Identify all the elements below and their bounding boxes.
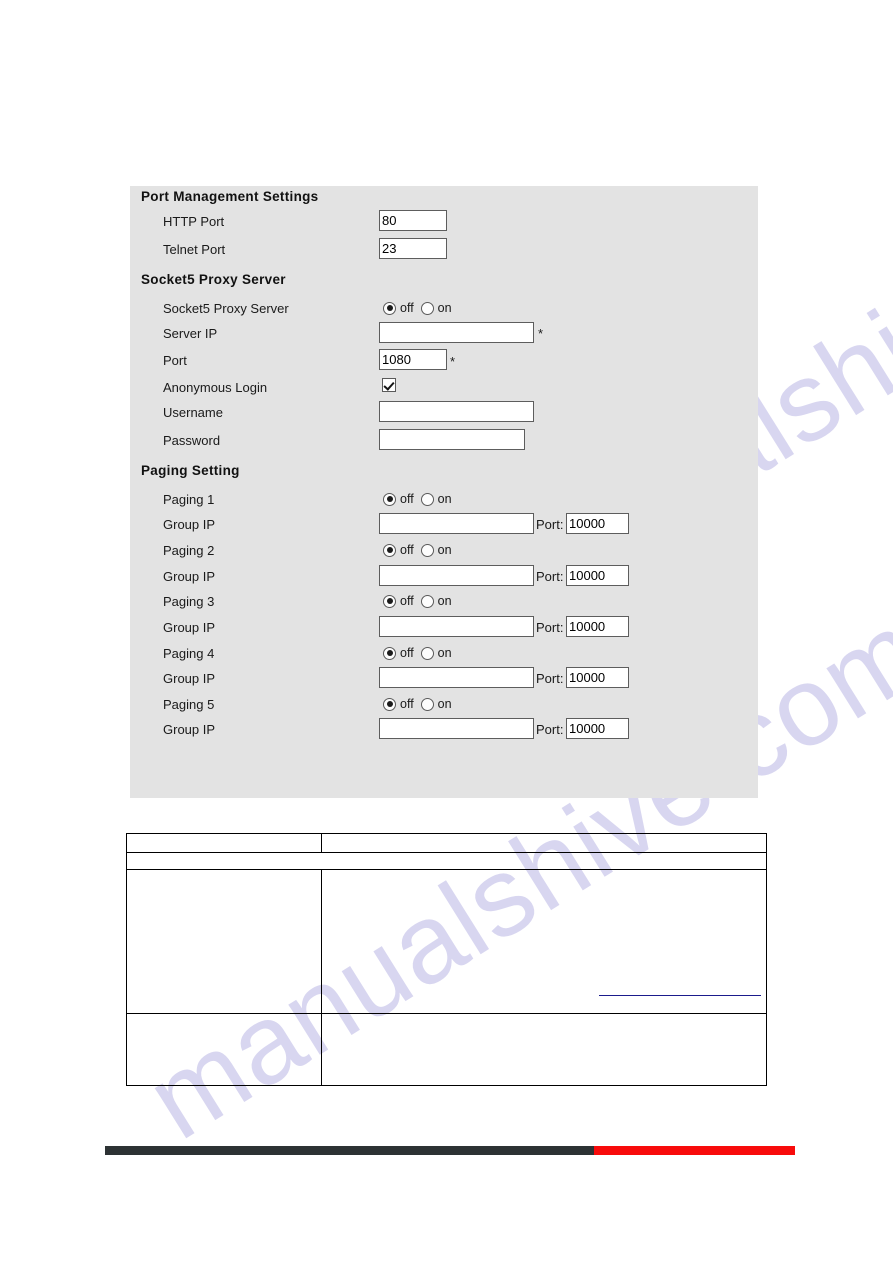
label-username: Username — [163, 405, 223, 420]
paging-2-toggle-group[interactable]: off on — [383, 542, 452, 558]
paging-1-on-label: on — [437, 491, 452, 506]
paging-5-port-label: Port: — [536, 722, 564, 737]
paging-3-toggle-group[interactable]: off on — [383, 593, 452, 609]
server-ip-required-marker: * — [538, 326, 544, 341]
label-server-ip: Server IP — [163, 326, 218, 341]
username-input[interactable] — [379, 401, 534, 422]
table-row — [126, 833, 767, 853]
proxy-port-required-marker: * — [450, 354, 456, 369]
label-paging-1-group-ip: Group IP — [163, 517, 216, 532]
paging-4-radio-on[interactable] — [420, 646, 434, 660]
table-cell-merged-heading — [126, 852, 767, 870]
footer-bar-red-segment — [594, 1146, 795, 1155]
socket5-proxy-radio-on[interactable] — [420, 301, 434, 315]
paging-2-port-label: Port: — [536, 569, 564, 584]
port-management-settings-panel: Port Management Settings HTTP Port 80 Te… — [130, 186, 758, 798]
table-row — [126, 869, 767, 1014]
label-paging-5: Paging 5 — [163, 697, 215, 712]
table-cell-parameter — [126, 1013, 322, 1086]
section-title-port-management: Port Management Settings — [141, 189, 319, 204]
table-cell-parameter — [126, 833, 322, 853]
label-paging-3: Paging 3 — [163, 594, 215, 609]
table-cell-description — [321, 833, 767, 853]
server-ip-input[interactable] — [379, 322, 534, 343]
paging-4-group-ip-input[interactable] — [379, 667, 534, 688]
label-paging-2-group-ip: Group IP — [163, 569, 216, 584]
label-paging-3-group-ip: Group IP — [163, 620, 216, 635]
label-socket5-proxy-server: Socket5 Proxy Server — [163, 301, 289, 316]
section-title-paging: Paging Setting — [141, 463, 240, 478]
label-paging-1: Paging 1 — [163, 492, 215, 507]
paging-3-port-label: Port: — [536, 620, 564, 635]
table-row — [126, 852, 767, 870]
label-anonymous-login: Anonymous Login — [163, 380, 268, 395]
paging-1-group-ip-input[interactable] — [379, 513, 534, 534]
password-input[interactable] — [379, 429, 525, 450]
paging-5-port-input[interactable]: 10000 — [566, 718, 629, 739]
socket5-proxy-toggle-group[interactable]: off on — [383, 300, 452, 316]
paging-1-port-label: Port: — [536, 517, 564, 532]
parameter-description-table — [126, 833, 767, 1086]
paging-5-toggle-group[interactable]: off on — [383, 696, 452, 712]
label-password: Password — [163, 433, 221, 448]
paging-3-radio-on[interactable] — [420, 594, 434, 608]
section-title-socket5-proxy: Socket5 Proxy Server — [141, 272, 286, 287]
http-port-input[interactable]: 80 — [379, 210, 447, 231]
proxy-port-input[interactable]: 1080 — [379, 349, 447, 370]
paging-5-group-ip-input[interactable] — [379, 718, 534, 739]
paging-4-toggle-group[interactable]: off on — [383, 645, 452, 661]
paging-1-off-label: off — [400, 491, 414, 506]
table-cell-parameter — [126, 869, 322, 1014]
paging-2-group-ip-input[interactable] — [379, 565, 534, 586]
paging-1-radio-off[interactable] — [383, 492, 396, 506]
paging-5-radio-off[interactable] — [383, 697, 396, 711]
label-paging-2: Paging 2 — [163, 543, 215, 558]
paging-4-port-input[interactable]: 10000 — [566, 667, 629, 688]
paging-4-on-label: on — [437, 645, 452, 660]
paging-3-off-label: off — [400, 593, 414, 608]
telnet-port-input[interactable]: 23 — [379, 238, 447, 259]
label-paging-5-group-ip: Group IP — [163, 722, 216, 737]
paging-5-on-label: on — [437, 696, 452, 711]
socket5-proxy-on-label: on — [437, 300, 452, 315]
paging-4-radio-off[interactable] — [383, 646, 396, 660]
paging-2-port-input[interactable]: 10000 — [566, 565, 629, 586]
paging-1-radio-on[interactable] — [420, 492, 434, 506]
paging-2-off-label: off — [400, 542, 414, 557]
label-proxy-port: Port — [163, 353, 187, 368]
paging-3-radio-off[interactable] — [383, 594, 396, 608]
paging-1-toggle-group[interactable]: off on — [383, 491, 452, 507]
anonymous-login-checkbox[interactable] — [382, 378, 396, 392]
label-telnet-port: Telnet Port — [163, 242, 226, 257]
paging-5-radio-on[interactable] — [420, 697, 434, 711]
table-row — [126, 1013, 767, 1086]
paging-2-radio-off[interactable] — [383, 543, 396, 557]
table-cell-description — [321, 869, 767, 1014]
footer-bar-dark-segment — [105, 1146, 594, 1155]
page-footer-bar — [105, 1146, 795, 1155]
label-paging-4: Paging 4 — [163, 646, 215, 661]
paging-4-port-label: Port: — [536, 671, 564, 686]
paging-3-port-input[interactable]: 10000 — [566, 616, 629, 637]
paging-1-port-input[interactable]: 10000 — [566, 513, 629, 534]
label-http-port: HTTP Port — [163, 214, 225, 229]
table-cell-description — [321, 1013, 767, 1086]
paging-2-radio-on[interactable] — [420, 543, 434, 557]
paging-4-off-label: off — [400, 645, 414, 660]
paging-3-group-ip-input[interactable] — [379, 616, 534, 637]
paging-3-on-label: on — [437, 593, 452, 608]
socket5-proxy-off-label: off — [400, 300, 414, 315]
inline-link-underline[interactable] — [599, 984, 761, 996]
paging-2-on-label: on — [437, 542, 452, 557]
label-paging-4-group-ip: Group IP — [163, 671, 216, 686]
socket5-proxy-radio-off[interactable] — [383, 301, 396, 315]
paging-5-off-label: off — [400, 696, 414, 711]
